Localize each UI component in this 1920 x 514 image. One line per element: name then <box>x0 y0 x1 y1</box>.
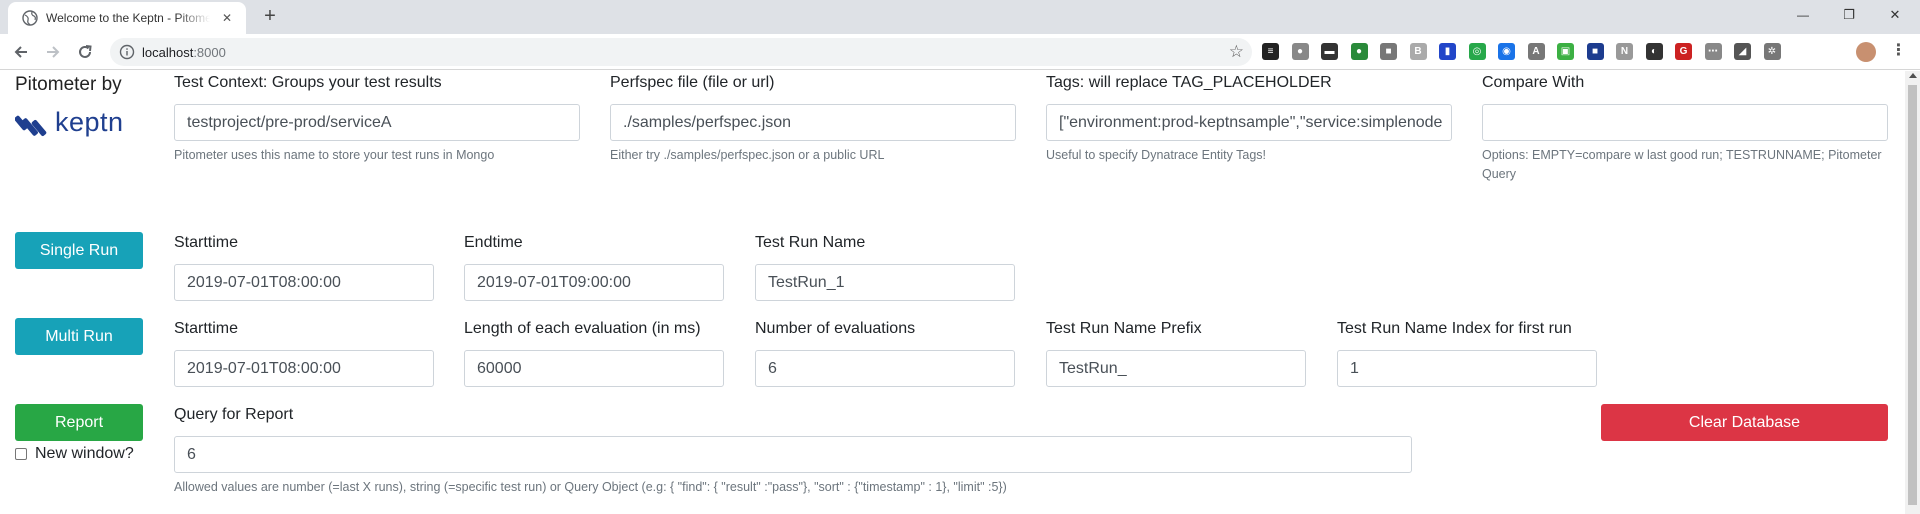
tab-close-icon[interactable]: ✕ <box>220 11 234 25</box>
puzzle-icon[interactable]: ◢ <box>1734 43 1751 60</box>
multi-run-button[interactable]: Multi Run <box>15 318 143 355</box>
news-icon[interactable]: N <box>1616 43 1633 60</box>
compare-with-label: Compare With <box>1482 74 1585 91</box>
page-scrollbar[interactable] <box>1905 71 1920 514</box>
tab-strip: Welcome to the Keptn - Pitometer ✕ + — ❐… <box>0 0 1920 34</box>
toggle-icon[interactable]: ▬ <box>1321 43 1338 60</box>
scrollbar-thumb[interactable] <box>1908 85 1917 505</box>
close-icon: ✕ <box>1889 7 1901 22</box>
page-content: Pitometer by keptn Test Context: Groups … <box>0 71 1905 514</box>
single-starttime-input[interactable]: 2019-07-01T08:00:00 <box>174 264 434 301</box>
b-icon[interactable]: B <box>1409 43 1427 60</box>
test-context-input[interactable]: testproject/pre-prod/serviceA <box>174 104 580 141</box>
test-context-help: Pitometer uses this name to store your t… <box>174 148 495 162</box>
new-tab-button[interactable]: + <box>260 6 280 26</box>
minimize-button[interactable]: — <box>1780 0 1826 30</box>
close-window-button[interactable]: ✕ <box>1872 0 1918 30</box>
profile-avatar[interactable] <box>1856 42 1876 62</box>
multi-starttime-input[interactable]: 2019-07-01T08:00:00 <box>174 350 434 387</box>
multi-starttime-label: Starttime <box>174 320 239 337</box>
gear-icon[interactable]: ✲ <box>1763 43 1781 60</box>
test-context-label: Test Context: Groups your test results <box>174 74 442 91</box>
single-starttime-label: Starttime <box>174 234 239 251</box>
tags-help: Useful to specify Dynatrace Entity Tags! <box>1046 148 1267 162</box>
test-run-name-input[interactable]: TestRun_1 <box>755 264 1015 301</box>
url-host: localhost <box>142 45 194 60</box>
dots-icon[interactable]: ⋯ <box>1704 43 1722 60</box>
back-arrow-icon <box>14 46 27 58</box>
single-endtime-label: Endtime <box>464 234 523 251</box>
eval-length-input[interactable]: 60000 <box>464 350 724 387</box>
tags-input[interactable]: ["environment:prod-keptnsample","service… <box>1046 104 1452 141</box>
restore-icon: ❐ <box>1843 7 1855 22</box>
tags-label: Tags: will replace TAG_PLACEHOLDER <box>1046 74 1332 91</box>
minimize-icon: — <box>1797 8 1809 22</box>
url-port: :8000 <box>193 45 226 60</box>
bookmark-star-icon[interactable]: ☆ <box>1229 42 1244 62</box>
keptn-logo: keptn <box>15 107 135 143</box>
spinner-icon[interactable]: ◉ <box>1498 43 1515 60</box>
name-prefix-input[interactable]: TestRun_ <box>1046 350 1306 387</box>
camera-icon[interactable]: ▣ <box>1557 43 1574 60</box>
react-icon[interactable]: ◎ <box>1468 43 1486 60</box>
a-icon[interactable]: A <box>1527 43 1545 60</box>
compare-with-help: Options: EMPTY=compare w last good run; … <box>1482 148 1882 181</box>
eval-length-label: Length of each evaluation (in ms) <box>464 320 701 337</box>
keptn-logo-text: keptn <box>55 107 124 137</box>
new-window-checkbox[interactable] <box>15 448 27 460</box>
query-label: Query for Report <box>174 406 294 423</box>
eval-count-input[interactable]: 6 <box>755 350 1015 387</box>
box-icon[interactable]: ■ <box>1380 43 1397 60</box>
globe-favicon-icon <box>22 10 38 26</box>
eval-count-label: Number of evaluations <box>755 320 916 337</box>
single-endtime-input[interactable]: 2019-07-01T09:00:00 <box>464 264 724 301</box>
test-run-name-label: Test Run Name <box>755 234 866 251</box>
address-bar[interactable]: localhost:8000 ☆ <box>110 38 1252 66</box>
clear-database-button[interactable]: Clear Database <box>1601 404 1888 441</box>
info-icon[interactable] <box>119 44 135 60</box>
globe-icon[interactable]: ◐ <box>1645 43 1663 60</box>
g-icon[interactable]: G <box>1675 43 1692 60</box>
restore-button[interactable]: ❐ <box>1826 0 1872 30</box>
circle-icon[interactable]: ● <box>1291 43 1309 60</box>
perfspec-help: Either try ./samples/perfspec.json or a … <box>610 148 885 162</box>
back-button[interactable] <box>9 41 33 63</box>
browser-toolbar: localhost:8000 ☆ ≡ ● ▬ ● ■ B ▮ ◎ ◉ A ▣ ■ N ◐ G ⋯ ◢ ✲ ⋮ <box>0 34 1920 70</box>
brand-title: Pitometer by <box>15 74 122 95</box>
reload-icon <box>79 45 92 58</box>
perfspec-input[interactable]: ./samples/perfspec.json <box>610 104 1016 141</box>
report-button[interactable]: Report <box>15 404 143 441</box>
reload-button[interactable] <box>73 41 97 63</box>
layers-icon[interactable]: ≡ <box>1262 43 1279 60</box>
grammarly-icon[interactable]: ● <box>1350 43 1368 60</box>
name-index-label: Test Run Name Index for first run <box>1337 320 1572 337</box>
browser-tab[interactable]: Welcome to the Keptn - Pitometer ✕ <box>8 2 246 34</box>
query-help: Allowed values are number (=last X runs)… <box>174 480 1007 494</box>
green-box-icon[interactable]: ■ <box>1586 43 1604 60</box>
compare-with-input[interactable] <box>1482 104 1888 141</box>
perfspec-label: Perfspec file (file or url) <box>610 74 775 91</box>
tab-title: Welcome to the Keptn - Pitometer <box>46 11 210 25</box>
forward-button[interactable] <box>41 41 65 63</box>
new-window-label: New window? <box>35 445 134 462</box>
bookmark-icon[interactable]: ▮ <box>1439 43 1456 60</box>
name-index-input[interactable]: 1 <box>1337 350 1597 387</box>
name-prefix-label: Test Run Name Prefix <box>1046 320 1202 337</box>
single-run-button[interactable]: Single Run <box>15 232 143 269</box>
keptn-logo-icon <box>15 115 47 137</box>
forward-arrow-icon <box>47 46 60 58</box>
scroll-up-arrow-icon[interactable] <box>1909 73 1917 78</box>
url-text: localhost:8000 <box>142 45 226 60</box>
query-input[interactable]: 6 <box>174 436 1412 473</box>
menu-icon[interactable]: ⋮ <box>1890 43 1907 60</box>
